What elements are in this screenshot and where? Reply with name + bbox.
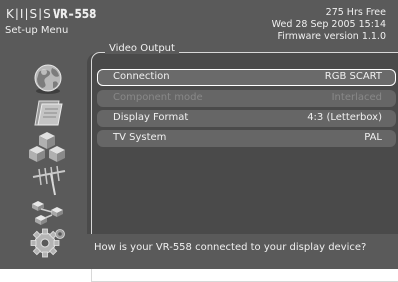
setting-row-display-format[interactable]: Display Format 4:3 (Letterbox) xyxy=(97,110,396,127)
network-icon[interactable] xyxy=(25,195,71,229)
datetime: Wed 28 Sep 2005 15:14 xyxy=(271,19,386,30)
section-title: Video Output xyxy=(105,43,179,54)
hint-text: How is your VR-558 connected to your dis… xyxy=(94,242,367,253)
kiss-logo: K|I|S|S VR-558 xyxy=(6,7,97,20)
svg-text:K|I|S|S: K|I|S|S xyxy=(6,7,52,20)
blocks-icon[interactable] xyxy=(25,130,71,164)
setting-row-connection[interactable]: Connection RGB SCART xyxy=(97,69,396,86)
setting-value: PAL xyxy=(364,132,382,143)
free-space: 275 Hrs Free xyxy=(325,7,386,18)
globe-icon[interactable] xyxy=(25,62,71,96)
gear-icon[interactable] xyxy=(25,225,71,259)
svg-text:VR-558: VR-558 xyxy=(53,7,96,20)
setting-value: RGB SCART xyxy=(324,71,382,82)
status-info: 275 Hrs Free Wed 28 Sep 2005 15:14 Firmw… xyxy=(272,7,386,43)
setting-label: TV System xyxy=(113,132,167,143)
setup-screen: K|I|S|S VR-558 Set-up Menu 275 Hrs Free … xyxy=(0,0,398,282)
setting-value: Interlaced xyxy=(331,92,382,103)
header: K|I|S|S VR-558 Set-up Menu 275 Hrs Free … xyxy=(0,0,398,50)
folder-icon[interactable] xyxy=(25,97,71,131)
setting-row-component-mode: Component mode Interlaced xyxy=(97,90,396,107)
setting-label: Display Format xyxy=(113,112,189,123)
sidebar-nav xyxy=(25,62,85,259)
setting-label: Component mode xyxy=(113,92,203,103)
setting-row-tv-system[interactable]: TV System PAL xyxy=(97,130,396,147)
setting-value: 4:3 (Letterbox) xyxy=(307,112,382,123)
setting-label: Connection xyxy=(113,71,170,82)
hint-bar: How is your VR-558 connected to your dis… xyxy=(87,234,398,269)
firmware-version: Firmware version 1.1.0 xyxy=(277,31,386,42)
antenna-icon[interactable] xyxy=(25,163,71,197)
menu-title: Set-up Menu xyxy=(5,25,69,36)
